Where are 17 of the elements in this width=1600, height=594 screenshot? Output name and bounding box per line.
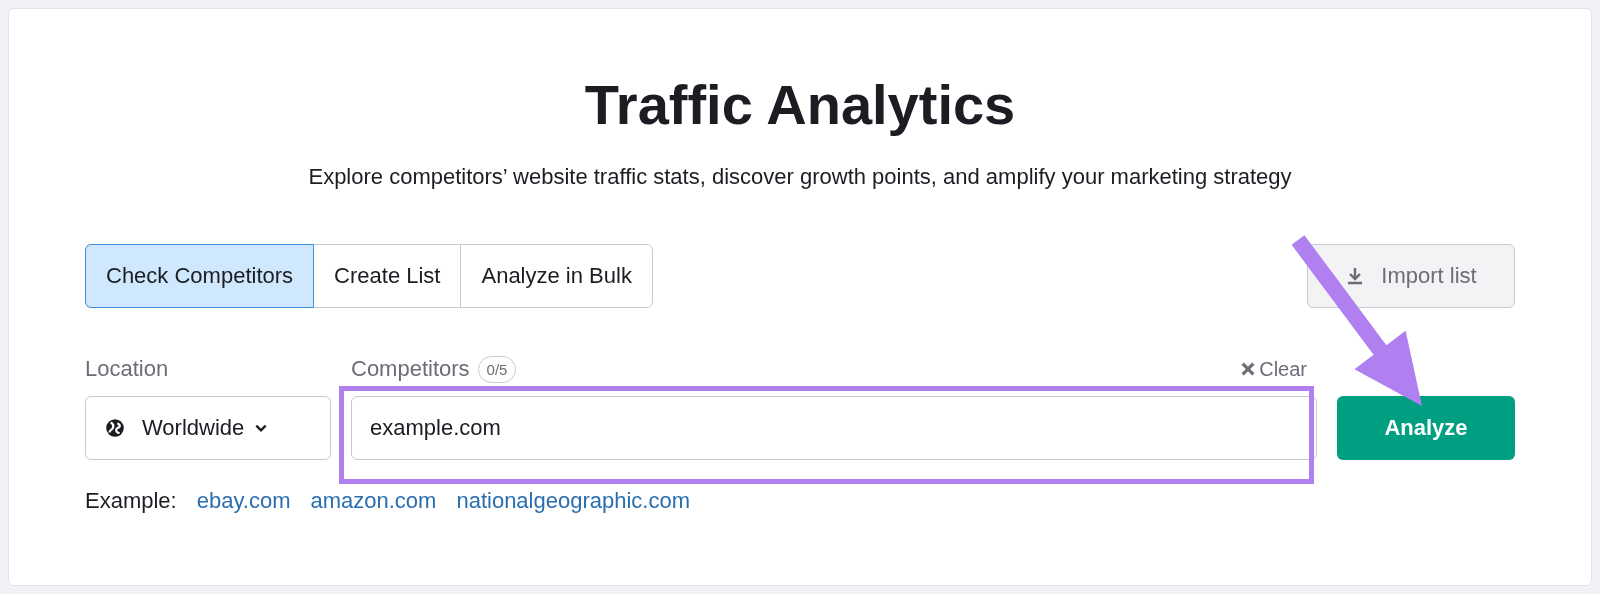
location-label: Location [85,355,170,383]
mode-tab[interactable]: Check Competitors [85,244,315,308]
analyze-button[interactable]: Analyze [1337,396,1515,460]
globe-icon [104,417,126,439]
import-list-button[interactable]: Import list [1307,244,1515,308]
clear-button[interactable]: Clear [1240,357,1317,381]
competitor-input-field[interactable]: example.com [351,396,1317,460]
page-subtitle: Explore competitors’ website traffic stats, discover growth points, and amplify your marketing strategy [308,164,1292,190]
example-link[interactable]: amazon.com [310,488,437,514]
mode-tab[interactable]: Create List [313,244,462,308]
mode-tab[interactable]: Analyze in Bulk [460,244,653,308]
example-link[interactable]: ebay.com [196,488,291,514]
example-label: Example: [85,488,177,514]
close-icon [1240,361,1257,377]
location-dropdown[interactable]: Worldwide [85,396,331,460]
example-link[interactable]: nationalgeographic.com [456,488,691,514]
competitors-label: Competitors [351,355,470,383]
